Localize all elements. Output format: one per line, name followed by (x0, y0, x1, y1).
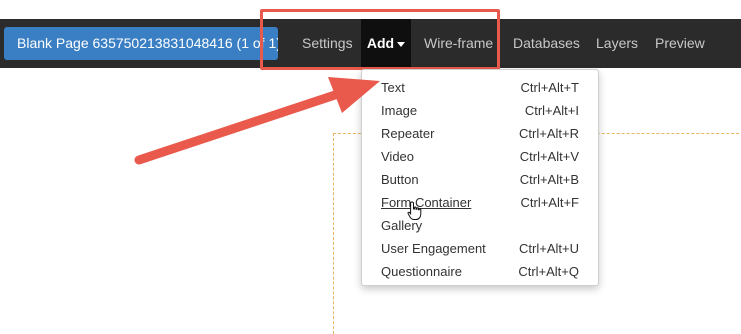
nav-add-label: Add (366, 35, 395, 51)
add-dropdown-menu: Text Ctrl+Alt+T Image Ctrl+Alt+I Repeate… (361, 69, 599, 286)
nav-settings[interactable]: Settings (302, 19, 353, 68)
page-selector-button[interactable]: Blank Page 635750213831048416 (1 of 1) (4, 27, 278, 60)
nav-add[interactable]: Add (361, 19, 411, 68)
hand-pointer-icon (407, 201, 422, 220)
menu-item-form-container[interactable]: Form Container Ctrl+Alt+F (362, 191, 598, 214)
menu-item-questionnaire[interactable]: Questionnaire Ctrl+Alt+Q (362, 260, 598, 283)
nav-wireframe[interactable]: Wire-frame (424, 19, 493, 68)
menu-item-image[interactable]: Image Ctrl+Alt+I (362, 99, 598, 122)
menu-item-label: Video (381, 149, 415, 164)
menu-item-video[interactable]: Video Ctrl+Alt+V (362, 145, 598, 168)
menu-item-label: Questionnaire (381, 264, 462, 279)
menu-item-user-engagement[interactable]: User Engagement Ctrl+Alt+U (362, 237, 598, 260)
menu-item-repeater[interactable]: Repeater Ctrl+Alt+R (362, 122, 598, 145)
menu-item-label: User Engagement (381, 241, 486, 256)
menu-item-gallery[interactable]: Gallery (362, 214, 598, 237)
caret-down-icon (397, 41, 406, 47)
menu-item-label: Button (381, 172, 419, 187)
menu-item-text[interactable]: Text Ctrl+Alt+T (362, 76, 598, 99)
menu-item-label: Image (381, 103, 418, 118)
menu-item-shortcut: Ctrl+Alt+R (519, 126, 579, 141)
menu-item-label: Repeater (381, 126, 435, 141)
menu-item-shortcut: Ctrl+Alt+T (520, 80, 579, 95)
menu-item-shortcut: Ctrl+Alt+Q (518, 264, 579, 279)
menu-item-label: Text (381, 80, 405, 95)
menu-item-shortcut: Ctrl+Alt+U (519, 241, 579, 256)
menu-item-shortcut: Ctrl+Alt+F (520, 195, 579, 210)
menu-item-shortcut: Ctrl+Alt+B (519, 172, 579, 187)
menu-item-shortcut: Ctrl+Alt+I (524, 103, 579, 118)
menu-item-label: Form Container (381, 195, 472, 210)
nav-layers[interactable]: Layers (596, 19, 638, 68)
menu-item-shortcut: Ctrl+Alt+V (519, 149, 579, 164)
menu-item-button[interactable]: Button Ctrl+Alt+B (362, 168, 598, 191)
nav-preview[interactable]: Preview (655, 19, 705, 68)
nav-databases[interactable]: Databases (513, 19, 580, 68)
